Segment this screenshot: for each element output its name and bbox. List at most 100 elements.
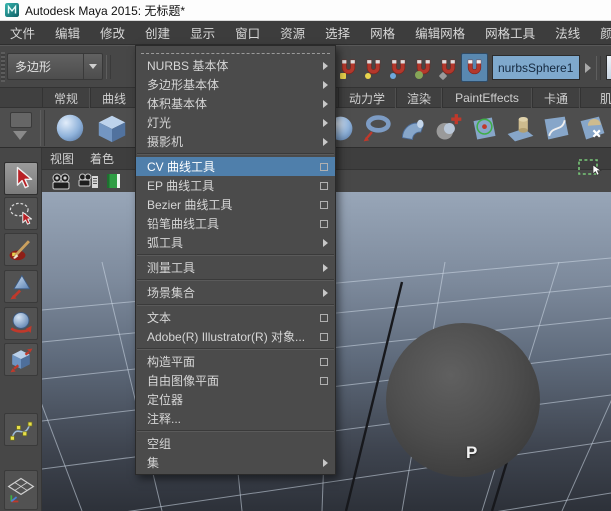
shelf-tab[interactable]: 渲染 bbox=[396, 88, 442, 108]
menu-item[interactable]: 注释... bbox=[136, 409, 335, 428]
next-field-arrow-icon[interactable] bbox=[585, 62, 591, 73]
menu-item-marker-icon[interactable] bbox=[315, 100, 328, 108]
menu-item[interactable]: 灯光 bbox=[136, 113, 335, 132]
menu-tearoff-handle[interactable] bbox=[141, 48, 330, 54]
make-object-live-button[interactable] bbox=[461, 53, 488, 82]
menubar-item[interactable]: 修改 bbox=[90, 23, 135, 42]
menu-item-marker-icon[interactable] bbox=[315, 333, 328, 341]
menu-item[interactable]: 场景集合 bbox=[136, 283, 335, 302]
shelf-poly-delete-button[interactable] bbox=[574, 110, 610, 146]
shelf-poly-torus-button[interactable] bbox=[358, 110, 394, 146]
move-tool-button[interactable] bbox=[4, 270, 38, 303]
menu-item[interactable]: 空组 bbox=[136, 434, 335, 453]
shelf-tab[interactable]: PaintEffects bbox=[442, 88, 532, 108]
rotate-tool-button[interactable] bbox=[4, 307, 38, 340]
menu-item-marker-icon[interactable] bbox=[315, 314, 328, 322]
menubar-item[interactable]: 资源 bbox=[270, 23, 315, 42]
shelf-cube-button[interactable] bbox=[94, 110, 130, 146]
menu-item[interactable]: 构造平面 bbox=[136, 352, 335, 371]
shelf-tab[interactable]: 常规 bbox=[42, 88, 90, 108]
shelf-menu-arrow-icon[interactable] bbox=[13, 131, 27, 140]
menu-item[interactable]: 测量工具 bbox=[136, 258, 335, 277]
menubar-item[interactable]: 选择 bbox=[315, 23, 360, 42]
menu-item-marker-icon[interactable] bbox=[315, 182, 328, 190]
snap-to-view-planes-button[interactable] bbox=[436, 53, 461, 82]
menu-item-marker-icon[interactable] bbox=[315, 220, 328, 228]
menu-item-marker-icon[interactable] bbox=[315, 81, 328, 89]
menu-item[interactable]: 弧工具 bbox=[136, 233, 335, 252]
menu-item-marker-icon[interactable] bbox=[315, 119, 328, 127]
status-group-handle[interactable] bbox=[596, 55, 601, 80]
menu-item-label: Bezier 曲线工具 bbox=[147, 198, 233, 212]
layout-grid-button[interactable] bbox=[4, 470, 38, 510]
menu-item[interactable]: 定位器 bbox=[136, 390, 335, 409]
menu-item-marker-icon[interactable] bbox=[315, 239, 328, 247]
paint-select-tool-button[interactable] bbox=[4, 233, 38, 266]
shelf-tab[interactable]: 肌肉 bbox=[580, 88, 611, 108]
menu-item[interactable]: EP 曲线工具 bbox=[136, 176, 335, 195]
scale-tool-button[interactable] bbox=[4, 343, 38, 376]
curve-tool-button[interactable] bbox=[4, 413, 38, 446]
shelf-poly-project-button[interactable] bbox=[502, 110, 538, 146]
menubar-item[interactable]: 网格工具 bbox=[475, 23, 545, 42]
menu-item[interactable]: Bezier 曲线工具 bbox=[136, 195, 335, 214]
menu-item-marker-icon[interactable] bbox=[315, 163, 328, 171]
menu-item[interactable]: 多边形基本体 bbox=[136, 75, 335, 94]
menu-item-marker-icon[interactable] bbox=[315, 459, 328, 467]
menubar-item[interactable]: 法线 bbox=[545, 23, 590, 42]
shelf-poly-mirror-button[interactable] bbox=[466, 110, 502, 146]
menu-item[interactable]: 文本 bbox=[136, 308, 335, 327]
menu-item[interactable]: 体积基本体 bbox=[136, 94, 335, 113]
menuset-dropdown-arrow[interactable] bbox=[83, 54, 102, 79]
marquee-select-button[interactable] bbox=[577, 158, 603, 183]
bookmarks-button[interactable] bbox=[104, 172, 124, 190]
menubar-item[interactable]: 颜色 bbox=[590, 23, 611, 42]
menu-item[interactable]: 自由图像平面 bbox=[136, 371, 335, 390]
shelf-poly-sphere-button[interactable] bbox=[336, 110, 358, 146]
viewport-menu-item[interactable]: 视图 bbox=[50, 150, 74, 167]
nurbs-sphere-object[interactable] bbox=[386, 323, 540, 477]
shelf-tab[interactable]: 曲线 bbox=[90, 88, 138, 108]
menubar-item[interactable]: 创建 bbox=[135, 23, 180, 42]
menu-item[interactable]: NURBS 基本体 bbox=[136, 56, 335, 75]
select-tool-button[interactable] bbox=[4, 162, 38, 195]
viewport-menu-item[interactable]: 着色 bbox=[90, 150, 114, 167]
menu-item[interactable]: 摄影机 bbox=[136, 132, 335, 151]
lasso-select-tool-button[interactable] bbox=[4, 197, 38, 230]
snap-to-grids-button[interactable] bbox=[336, 53, 361, 82]
camera-attributes-button[interactable] bbox=[77, 172, 99, 190]
status-line-grip[interactable] bbox=[1, 52, 5, 82]
shelf-options-button[interactable] bbox=[10, 112, 32, 128]
menu-item[interactable]: 铅笔曲线工具 bbox=[136, 214, 335, 233]
shelf-tab[interactable]: 动力学 bbox=[338, 88, 396, 108]
menuset-dropdown[interactable]: 多边形 bbox=[7, 53, 103, 80]
menu-item[interactable]: 集 bbox=[136, 453, 335, 472]
shelf-tab[interactable]: 卡通 bbox=[532, 88, 580, 108]
menu-item-marker-icon[interactable] bbox=[315, 289, 328, 297]
shelf-poly-bend-button[interactable] bbox=[394, 110, 430, 146]
menu-item-marker-icon[interactable] bbox=[315, 201, 328, 209]
shelf-poly-combine-button[interactable] bbox=[430, 110, 466, 146]
menubar-item[interactable]: 网格 bbox=[360, 23, 405, 42]
sidebar-panel-icon[interactable] bbox=[606, 55, 611, 80]
menu-item-marker-icon[interactable] bbox=[315, 377, 328, 385]
menubar-item[interactable]: 编辑网格 bbox=[405, 23, 475, 42]
snap-to-points-button[interactable] bbox=[386, 53, 411, 82]
menu-item[interactable]: Adobe(R) Illustrator(R) 对象... bbox=[136, 327, 335, 346]
menu-item-marker-icon[interactable] bbox=[315, 264, 328, 272]
menu-item[interactable]: CV 曲线工具 bbox=[136, 157, 335, 176]
shelf-sphere-button[interactable] bbox=[52, 110, 88, 146]
menubar-item[interactable]: 窗口 bbox=[225, 23, 270, 42]
snap-to-curves-button[interactable] bbox=[361, 53, 386, 82]
menubar-item[interactable]: 显示 bbox=[180, 23, 225, 42]
menu-item-marker-icon[interactable] bbox=[315, 62, 328, 70]
snap-to-projected-center-button[interactable] bbox=[411, 53, 436, 82]
panel-camera-button[interactable] bbox=[50, 172, 72, 190]
menubar-item[interactable]: 编辑 bbox=[45, 23, 90, 42]
menu-item-marker-icon[interactable] bbox=[315, 138, 328, 146]
menu-item-marker-icon[interactable] bbox=[315, 358, 328, 366]
status-line-collapse-handle[interactable] bbox=[106, 55, 111, 79]
shelf-poly-cut-button[interactable] bbox=[538, 110, 574, 146]
menubar-item[interactable]: 文件 bbox=[0, 23, 45, 42]
selection-name-input[interactable] bbox=[492, 55, 580, 80]
